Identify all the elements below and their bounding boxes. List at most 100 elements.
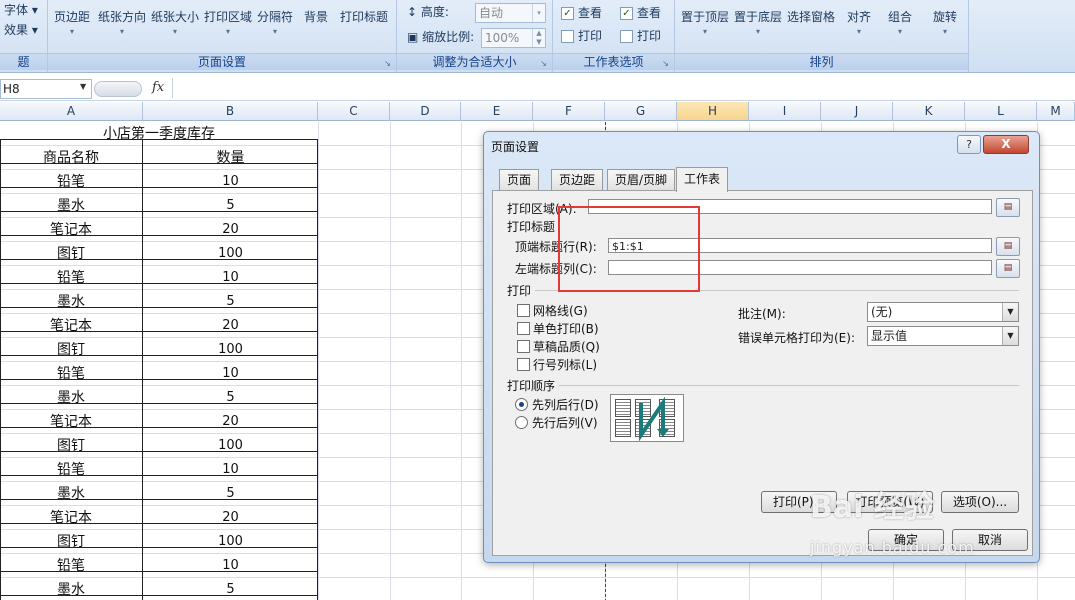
column-header-a[interactable]: A (0, 102, 143, 121)
column-header-j[interactable]: J (821, 102, 893, 121)
cell-qty[interactable]: 10 (143, 266, 318, 289)
rotate-button[interactable]: 旋转 ▾ (933, 8, 957, 39)
table-title[interactable]: 小店第一季度库存 (0, 122, 318, 145)
background-button[interactable]: 背景 (304, 8, 328, 25)
collapse-dialog-icon[interactable]: ▤ (996, 259, 1020, 278)
header-name-cell[interactable]: 商品名称 (0, 146, 142, 169)
margins-button[interactable]: 页边距 ▾ (54, 8, 90, 39)
cell-qty[interactable]: 5 (143, 194, 318, 217)
group-button[interactable]: 组合 ▾ (888, 8, 912, 39)
cell-qty[interactable]: 10 (143, 458, 318, 481)
cell-qty[interactable]: 10 (143, 554, 318, 577)
column-header-i[interactable]: I (749, 102, 821, 121)
cell-qty[interactable]: 100 (143, 338, 318, 361)
cell-name[interactable]: 铅笔 (0, 458, 142, 481)
errors-select[interactable]: 显示值 ▼ (867, 326, 1019, 346)
cell-qty[interactable]: 20 (143, 314, 318, 337)
cell-qty[interactable]: 10 (143, 362, 318, 385)
cell-name[interactable]: 图钉 (0, 530, 142, 553)
cell-qty[interactable]: 20 (143, 218, 318, 241)
over-then-down-radio[interactable] (515, 416, 528, 429)
column-header-e[interactable]: E (461, 102, 533, 121)
send-to-back-button[interactable]: 置于底层 ▾ (734, 8, 782, 39)
cell-qty[interactable]: 10 (143, 170, 318, 193)
align-button[interactable]: 对齐 ▾ (847, 8, 871, 39)
cell-qty[interactable]: 5 (143, 290, 318, 313)
cell-qty[interactable]: 20 (143, 506, 318, 529)
column-header-h[interactable]: H (677, 102, 749, 121)
size-button[interactable]: 纸张大小 ▾ (151, 8, 199, 39)
collapse-dialog-icon[interactable]: ▤ (996, 198, 1020, 217)
black-white-checkbox[interactable] (517, 322, 530, 335)
help-button[interactable]: ? (957, 135, 981, 154)
dialog-launcher-icon[interactable]: ↘ (661, 59, 670, 68)
dialog-launcher-icon[interactable]: ↘ (539, 59, 548, 68)
breaks-button[interactable]: 分隔符 ▾ (257, 8, 293, 39)
cell-name[interactable]: 笔记本 (0, 314, 142, 337)
cell-qty[interactable]: 100 (143, 434, 318, 457)
cell-name[interactable]: 笔记本 (0, 410, 142, 433)
headings-print-checkbox[interactable]: 打印 (620, 26, 661, 46)
cell-name[interactable]: 图钉 (0, 242, 142, 265)
chevron-down-icon: ▾ (120, 27, 125, 36)
row-col-headings-checkbox[interactable] (517, 358, 530, 371)
collapse-dialog-icon[interactable]: ▤ (996, 237, 1020, 256)
theme-effects-button[interactable]: 效果 ▾ (4, 20, 38, 40)
name-box[interactable]: H8 (0, 79, 92, 99)
cell-name[interactable]: 墨水 (0, 578, 142, 600)
formula-bar-splitter[interactable] (94, 81, 142, 97)
cell-qty[interactable]: 100 (143, 530, 318, 553)
comments-select[interactable]: (无) ▼ (867, 302, 1019, 322)
chevron-down-icon[interactable]: ▼ (80, 82, 86, 91)
column-header-k[interactable]: K (893, 102, 965, 121)
cell-name[interactable]: 铅笔 (0, 554, 142, 577)
theme-fonts-button[interactable]: 字体 ▾ (4, 0, 38, 20)
down-then-over-radio[interactable] (515, 398, 528, 411)
cell-qty[interactable]: 5 (143, 386, 318, 409)
insert-function-icon[interactable]: fx (152, 80, 164, 95)
cell-name[interactable]: 图钉 (0, 338, 142, 361)
cell-qty[interactable]: 5 (143, 482, 318, 505)
draft-checkbox[interactable] (517, 340, 530, 353)
cell-name[interactable]: 图钉 (0, 434, 142, 457)
column-header-g[interactable]: G (605, 102, 677, 121)
headings-view-checkbox[interactable]: ✓ 查看 (620, 3, 661, 23)
gridlines-checkbox[interactable] (517, 304, 530, 317)
cell-name[interactable]: 铅笔 (0, 170, 142, 193)
cell-qty[interactable]: 100 (143, 242, 318, 265)
selection-pane-button[interactable]: 选择窗格 (787, 8, 835, 25)
cell-name[interactable]: 铅笔 (0, 362, 142, 385)
cell-name[interactable]: 墨水 (0, 386, 142, 409)
cell-name[interactable]: 墨水 (0, 482, 142, 505)
cell-qty[interactable]: 5 (143, 578, 318, 600)
column-header-l[interactable]: L (965, 102, 1037, 121)
scale-spinner[interactable]: 100% ▲ ▼ (481, 28, 546, 48)
formula-input[interactable] (172, 78, 1075, 98)
print-area-button[interactable]: 打印区域 ▾ (204, 8, 252, 39)
cell-name[interactable]: 笔记本 (0, 506, 142, 529)
cell-name[interactable]: 墨水 (0, 290, 142, 313)
column-header-c[interactable]: C (318, 102, 390, 121)
cell-name[interactable]: 笔记本 (0, 218, 142, 241)
tab-sheet[interactable]: 工作表 (676, 167, 729, 192)
cell-qty[interactable]: 20 (143, 410, 318, 433)
tab-page[interactable]: 页面 (499, 169, 540, 190)
cell-name[interactable]: 铅笔 (0, 266, 142, 289)
bring-to-front-button[interactable]: 置于顶层 ▾ (681, 8, 729, 39)
column-header-m[interactable]: M (1037, 102, 1075, 121)
cell-name[interactable]: 墨水 (0, 194, 142, 217)
close-button[interactable]: X (983, 135, 1029, 154)
chevron-down-icon: ▾ (70, 27, 75, 36)
gridlines-print-checkbox[interactable]: 打印 (561, 26, 602, 46)
column-header-d[interactable]: D (390, 102, 461, 121)
orientation-button[interactable]: 纸张方向 ▾ (98, 8, 146, 39)
column-header-b[interactable]: B (143, 102, 318, 121)
tab-margins[interactable]: 页边距 (551, 169, 604, 190)
header-qty-cell[interactable]: 数量 (143, 146, 318, 169)
gridlines-view-checkbox[interactable]: ✓ 查看 (561, 3, 602, 23)
tab-header-footer[interactable]: 页眉/页脚 (607, 169, 676, 190)
dialog-launcher-icon[interactable]: ↘ (383, 59, 392, 68)
print-titles-button[interactable]: 打印标题 (340, 8, 388, 25)
height-select[interactable]: 自动 ▾ (475, 3, 546, 23)
column-header-f[interactable]: F (533, 102, 605, 121)
